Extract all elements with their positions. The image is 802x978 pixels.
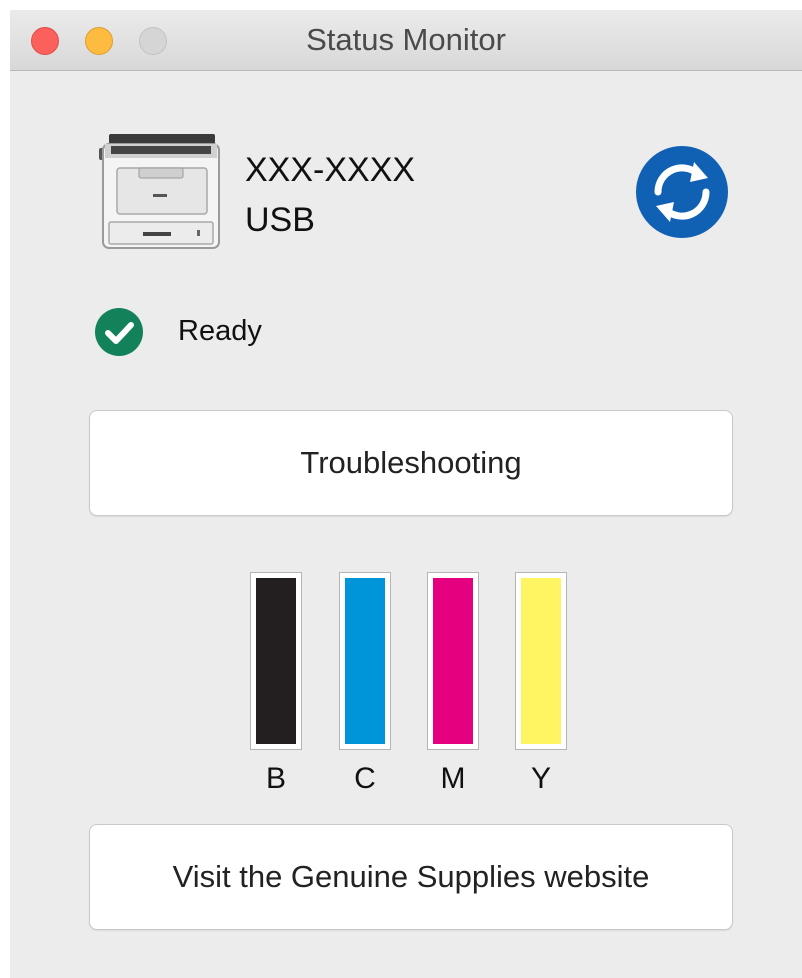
- troubleshooting-button[interactable]: Troubleshooting: [89, 410, 733, 516]
- ink-label-black: B: [265, 762, 286, 795]
- ink-level-magenta: [427, 572, 479, 750]
- status-text: Ready: [178, 315, 262, 347]
- troubleshooting-button-label: Troubleshooting: [300, 445, 522, 480]
- refresh-button[interactable]: [636, 146, 728, 238]
- refresh-icon: [654, 162, 710, 222]
- ink-fill-magenta: [433, 578, 473, 744]
- checkmark-icon: [95, 308, 143, 356]
- ink-fill-yellow: [521, 578, 561, 744]
- connection-type: USB: [245, 201, 315, 239]
- ink-level-yellow: [515, 572, 567, 750]
- ink-fill-cyan: [345, 578, 385, 744]
- genuine-supplies-button-label: Visit the Genuine Supplies website: [172, 859, 650, 894]
- ink-label-cyan: C: [354, 762, 376, 795]
- ink-level-cyan: [339, 572, 391, 750]
- ink-level-black: [250, 572, 302, 750]
- ink-label-magenta: M: [440, 762, 466, 795]
- status-monitor-window: Status Monitor XXX-XXXX USB Ready Troubl…: [10, 10, 802, 978]
- printer-icon: [95, 130, 225, 250]
- window-title: Status Monitor: [306, 22, 506, 57]
- title-bar: Status Monitor: [10, 10, 802, 71]
- ink-label-yellow: Y: [530, 762, 551, 795]
- device-name: XXX-XXXX: [245, 151, 416, 189]
- ink-fill-black: [256, 578, 296, 744]
- genuine-supplies-button[interactable]: Visit the Genuine Supplies website: [89, 824, 733, 930]
